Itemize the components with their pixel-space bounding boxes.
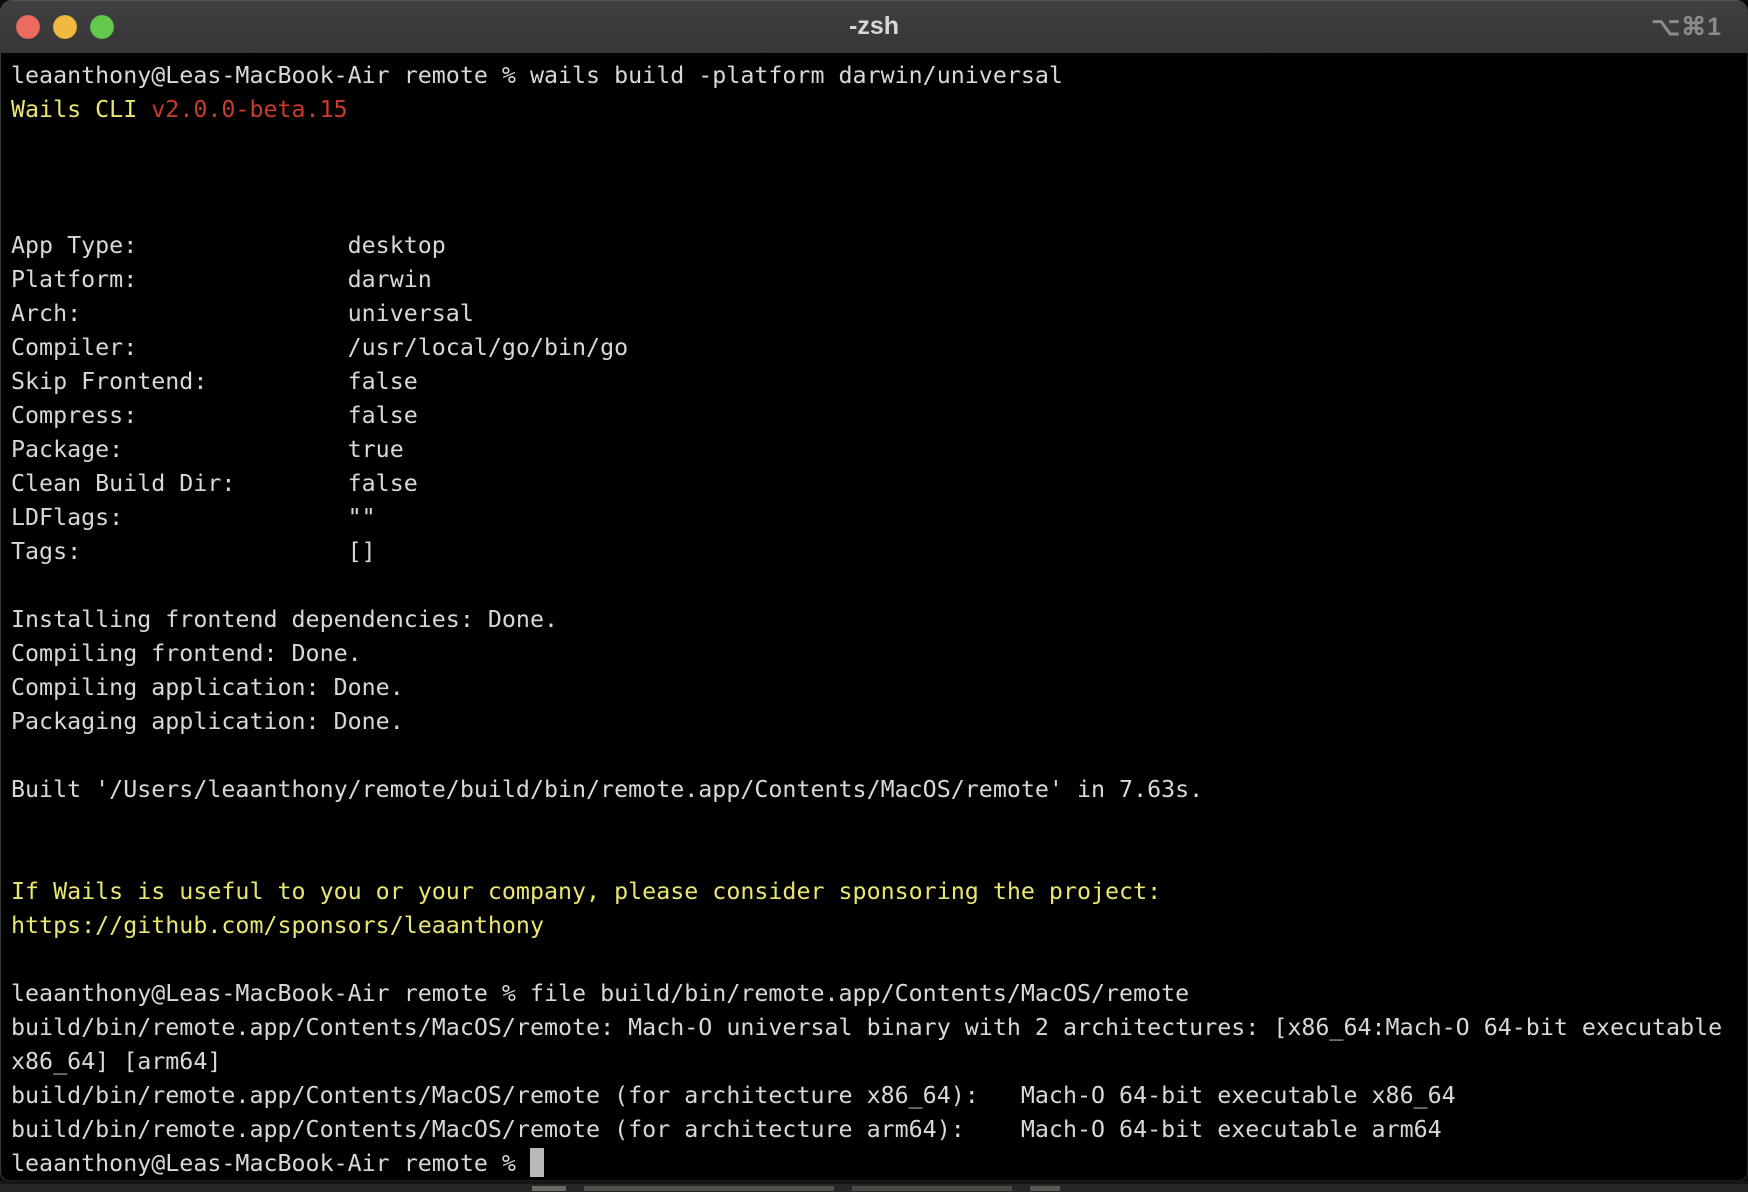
terminal-line: Compiler: /usr/local/go/bin/go <box>11 331 1734 365</box>
terminal-line: Wails CLI v2.0.0-beta.15 <box>11 93 1734 127</box>
terminal-line: leaanthony@Leas-MacBook-Air remote % fil… <box>11 977 1734 1011</box>
terminal-line <box>11 127 1734 161</box>
window-shortcut-label: ⌥⌘1 <box>1651 0 1722 53</box>
terminal-cursor <box>530 1148 544 1177</box>
terminal-line: App Type: desktop <box>11 229 1734 263</box>
terminal-screen[interactable]: leaanthony@Leas-MacBook-Air remote % wai… <box>0 53 1748 1181</box>
terminal-line: Compress: false <box>11 399 1734 433</box>
terminal-line: build/bin/remote.app/Contents/MacOS/remo… <box>11 1011 1734 1045</box>
background-window-sliver <box>0 1181 1748 1192</box>
occluded-text-fragment <box>1030 1186 1060 1191</box>
terminal-line: x86_64] [arm64] <box>11 1045 1734 1079</box>
terminal-line: Tags: [] <box>11 535 1734 569</box>
terminal-window: -zsh ⌥⌘1 leaanthony@Leas-MacBook-Air rem… <box>0 0 1748 1181</box>
terminal-line: If Wails is useful to you or your compan… <box>11 875 1734 909</box>
terminal-line: Platform: darwin <box>11 263 1734 297</box>
terminal-line: leaanthony@Leas-MacBook-Air remote % <box>11 1147 1734 1181</box>
terminal-line: Clean Build Dir: false <box>11 467 1734 501</box>
terminal-line: Packaging application: Done. <box>11 705 1734 739</box>
terminal-line <box>11 195 1734 229</box>
terminal-line <box>11 807 1734 841</box>
window-title: -zsh <box>0 0 1748 53</box>
terminal-line: Arch: universal <box>11 297 1734 331</box>
terminal-line: build/bin/remote.app/Contents/MacOS/remo… <box>11 1113 1734 1147</box>
terminal-line: Built '/Users/leaanthony/remote/build/bi… <box>11 773 1734 807</box>
terminal-line: Installing frontend dependencies: Done. <box>11 603 1734 637</box>
terminal-line <box>11 943 1734 977</box>
terminal-line <box>11 739 1734 773</box>
terminal-line <box>11 569 1734 603</box>
terminal-line: Compiling frontend: Done. <box>11 637 1734 671</box>
occluded-text-fragment <box>532 1186 566 1191</box>
terminal-line: Compiling application: Done. <box>11 671 1734 705</box>
terminal-line: leaanthony@Leas-MacBook-Air remote % wai… <box>11 59 1734 93</box>
occluded-text-fragment <box>852 1186 1012 1191</box>
occluded-text-fragment <box>584 1186 834 1191</box>
terminal-line <box>11 841 1734 875</box>
terminal-line <box>11 161 1734 195</box>
terminal-line: https://github.com/sponsors/leaanthony <box>11 909 1734 943</box>
title-bar[interactable]: -zsh ⌥⌘1 <box>0 0 1748 53</box>
terminal-line: Package: true <box>11 433 1734 467</box>
terminal-line: build/bin/remote.app/Contents/MacOS/remo… <box>11 1079 1734 1113</box>
terminal-line: LDFlags: "" <box>11 501 1734 535</box>
terminal-line: Skip Frontend: false <box>11 365 1734 399</box>
